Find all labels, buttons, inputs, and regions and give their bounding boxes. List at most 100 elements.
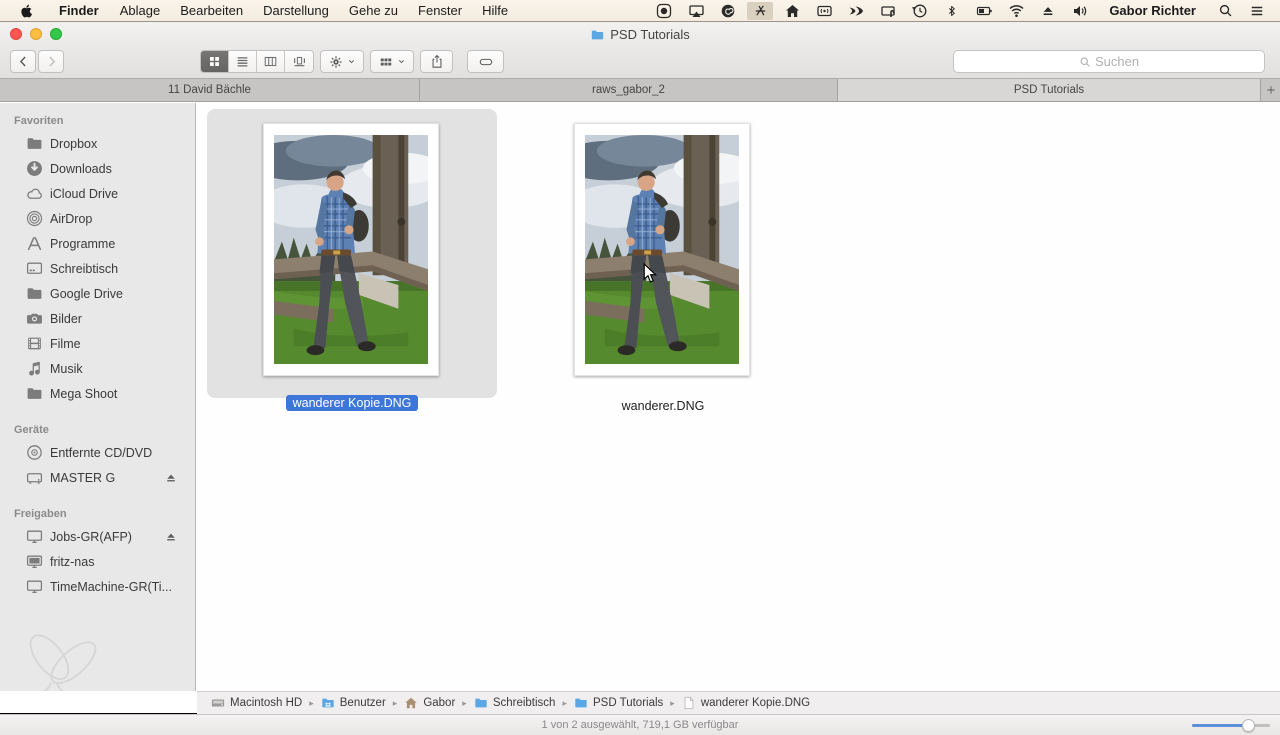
file-thumbnail-wanderer-kopie[interactable] [263,123,439,376]
forward-button[interactable] [38,50,64,73]
sidebar-item-fritz-nas[interactable]: fritz-nas [0,549,195,574]
path-segment-wanderer-kopie[interactable]: wanderer Kopie.DNG [682,696,810,710]
wifi-icon[interactable] [1003,0,1029,21]
home-icon[interactable] [779,0,805,21]
file-name-wanderer-kopie[interactable]: wanderer Kopie.DNG [232,395,472,411]
eject-icon[interactable] [165,531,177,543]
sidebar-item-airdrop[interactable]: AirDrop [0,206,195,231]
sidebar-item-google-drive[interactable]: Google Drive [0,281,195,306]
menu-bearbeiten[interactable]: Bearbeiten [170,0,253,21]
finder-window: PSD Tutorials Suchen 11 David Bächle raw… [0,22,1280,735]
spotlight-icon[interactable] [1212,0,1238,21]
tag-icon [478,55,494,69]
wings-icon[interactable] [843,0,869,21]
tab-raws-gabor-2[interactable]: raws_gabor_2 [420,79,838,101]
file-view[interactable]: wanderer Kopie.DNG wanderer.DNG [197,103,1280,691]
sidebar-item-entfernte-cd-dvd[interactable]: Entfernte CD/DVD [0,440,195,465]
tab-psd-tutorials[interactable]: PSD Tutorials [838,79,1261,101]
slider-fill [1192,724,1248,727]
sidebar-item-mega-shoot[interactable]: Mega Shoot [0,381,195,406]
close-button[interactable] [10,28,22,40]
folder-icon [26,285,43,302]
downloads-icon [26,160,43,177]
sidebar-item-downloads[interactable]: Downloads [0,156,195,181]
back-button[interactable] [10,50,36,73]
menubar-username[interactable]: Gabor Richter [1099,3,1206,18]
path-segment-gabor[interactable]: Gabor [404,696,455,710]
sidebar: Favoriten Dropbox Downloads iCloud Drive… [0,103,196,691]
external-drive-icon [26,469,43,486]
menu-fenster[interactable]: Fenster [408,0,472,21]
eject-icon[interactable] [1035,0,1061,21]
volume-icon[interactable] [1067,0,1093,21]
coverflow-view-button[interactable] [285,51,313,72]
sidebar-item-master-g[interactable]: MASTER G [0,465,195,490]
plus-icon [1265,84,1277,96]
remote-icon[interactable] [811,0,837,21]
display-mirroring-icon[interactable] [683,0,709,21]
creative-cloud-icon[interactable] [715,0,741,21]
hiker-photo [585,134,739,365]
search-icon [1079,56,1091,68]
menu-ablage[interactable]: Ablage [110,0,170,21]
group-by-button[interactable] [370,50,414,73]
path-segment-macintosh-hd[interactable]: Macintosh HD [211,696,302,710]
list-view-button[interactable] [229,51,257,72]
menu-gehe-zu[interactable]: Gehe zu [339,0,408,21]
path-segment-schreibtisch[interactable]: Schreibtisch [474,696,555,710]
file-name-wanderer[interactable]: wanderer.DNG [543,399,783,413]
path-segment-psd-tutorials[interactable]: PSD Tutorials [574,696,663,710]
file-thumbnail-wanderer[interactable] [574,123,750,376]
menu-finder[interactable]: Finder [48,0,110,21]
zoom-button[interactable] [50,28,62,40]
chevron-down-icon [397,57,406,66]
music-icon [26,360,43,377]
network-display-icon [26,528,43,545]
network-display-dark-icon [26,553,43,570]
title-bar[interactable]: PSD Tutorials [0,22,1280,47]
minimize-button[interactable] [30,28,42,40]
sidebar-item-musik[interactable]: Musik [0,356,195,381]
wacom-icon[interactable] [747,1,774,20]
sidebar-item-bilder[interactable]: Bilder [0,306,195,331]
path-separator: ▸ [309,697,314,708]
share-button[interactable] [420,50,453,73]
menu-darstellung[interactable]: Darstellung [253,0,339,21]
bluetooth-icon[interactable] [939,0,965,21]
slider-knob[interactable] [1242,719,1255,732]
menu-hilfe[interactable]: Hilfe [472,0,518,21]
new-tab-button[interactable] [1261,79,1280,101]
path-segment-benutzer[interactable]: Benutzer [321,696,386,710]
battery-icon[interactable] [971,0,997,21]
sidebar-item-timemachine-gr[interactable]: TimeMachine-GR(Ti... [0,574,195,599]
action-menu-button[interactable] [320,50,364,73]
sidebar-item-schreibtisch[interactable]: Schreibtisch [0,256,195,281]
time-machine-icon[interactable] [907,0,933,21]
folder-icon [590,28,605,42]
applications-icon [26,235,43,252]
folder-icon [474,696,488,710]
users-folder-icon [321,696,335,710]
tab-11-david-baechle[interactable]: 11 David Bächle [0,79,420,101]
view-switcher [200,50,314,73]
tablet-icon[interactable] [875,0,901,21]
notification-center-icon[interactable] [1244,0,1270,21]
icon-size-slider[interactable] [1192,719,1270,732]
sidebar-section-freigaben: Freigaben [14,508,67,520]
sidebar-section-favoriten: Favoriten [14,115,64,127]
sidebar-item-icloud-drive[interactable]: iCloud Drive [0,181,195,206]
sidebar-item-programme[interactable]: Programme [0,231,195,256]
column-view-button[interactable] [257,51,285,72]
path-bar: Macintosh HD ▸ Benutzer ▸ Gabor ▸ Schrei… [197,691,1280,714]
airdrop-icon [26,210,43,227]
sidebar-item-filme[interactable]: Filme [0,331,195,356]
apple-menu[interactable] [0,0,48,21]
sidebar-item-dropbox[interactable]: Dropbox [0,131,195,156]
eject-icon[interactable] [165,472,177,484]
record-icon[interactable] [651,0,677,21]
search-input[interactable]: Suchen [953,50,1265,73]
icon-view-button[interactable] [201,51,229,72]
tag-button[interactable] [467,50,504,73]
path-separator: ▸ [670,697,675,708]
sidebar-item-jobs-gr-afp[interactable]: Jobs-GR(AFP) [0,524,195,549]
